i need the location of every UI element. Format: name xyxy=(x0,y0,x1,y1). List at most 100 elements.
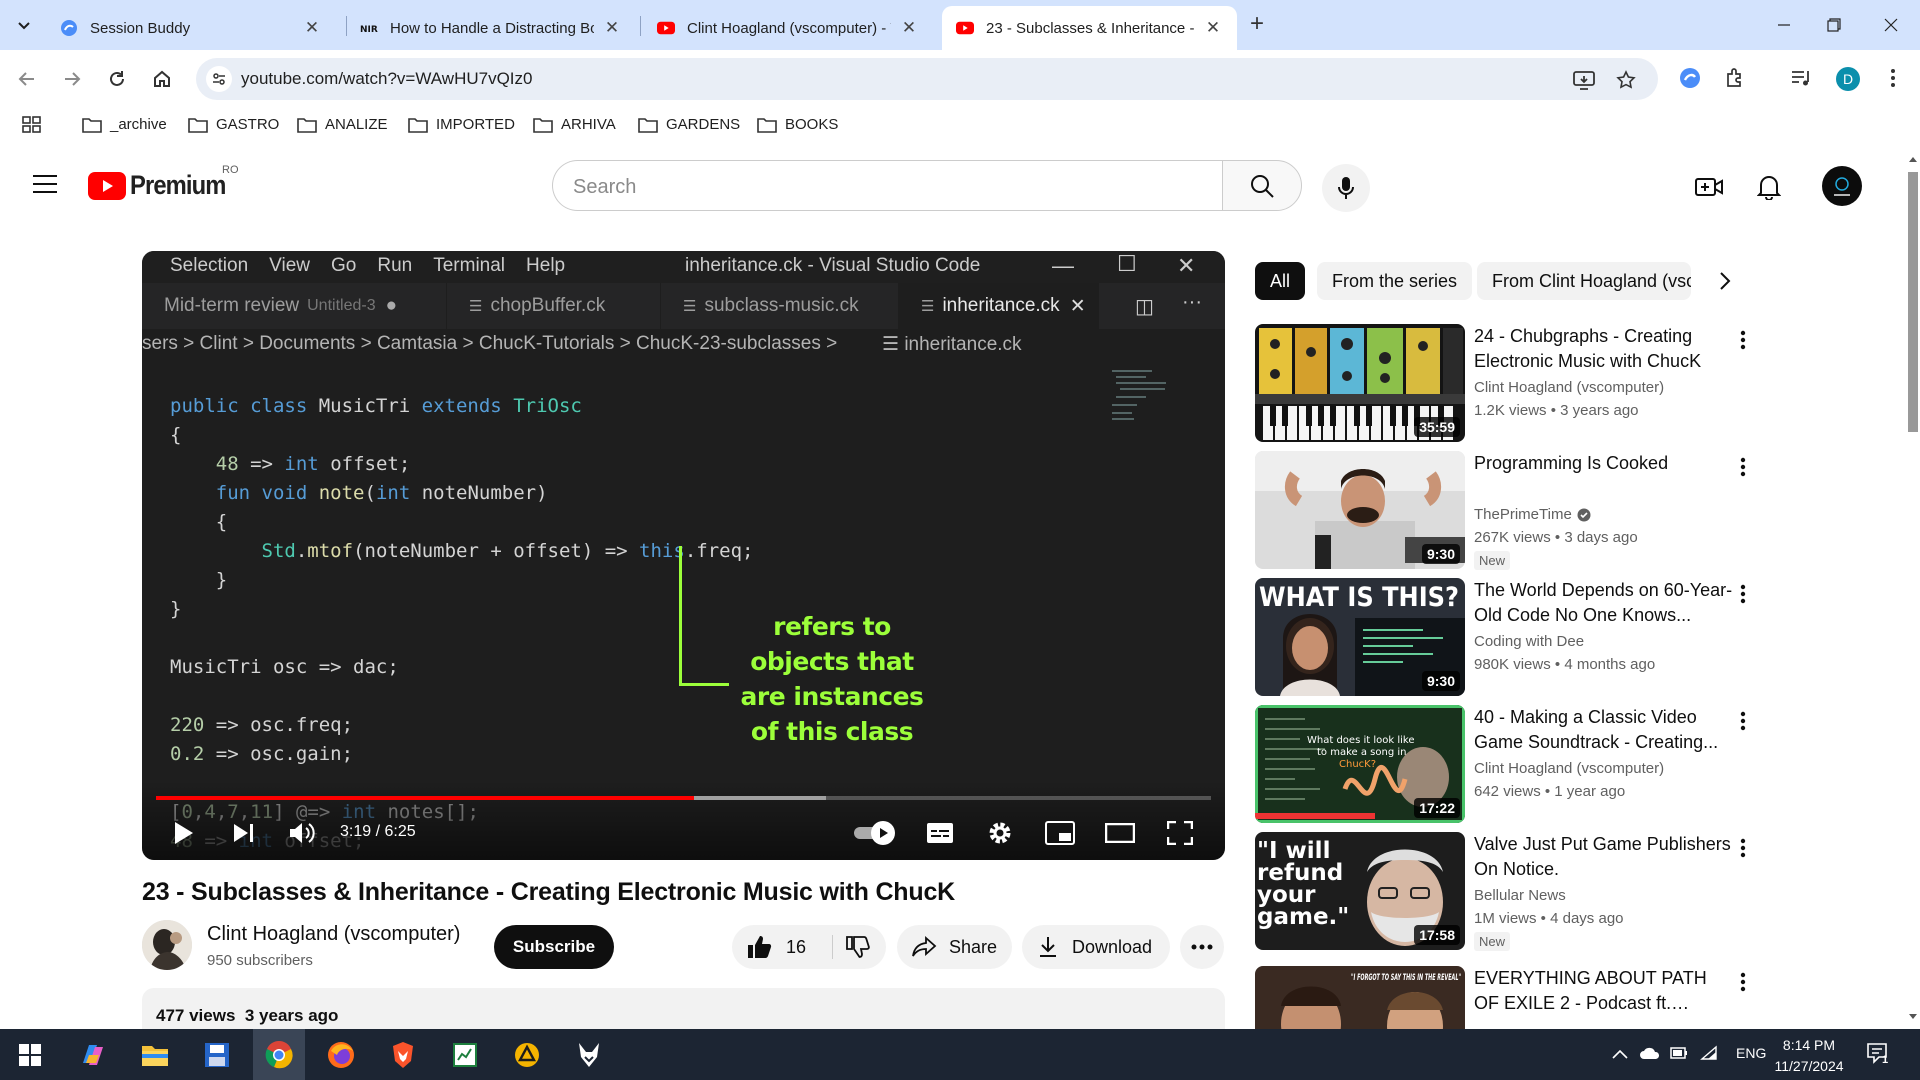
more-vertical-icon[interactable] xyxy=(1733,970,1753,994)
chip-all[interactable]: All xyxy=(1255,262,1306,300)
notifications-bell-icon[interactable] xyxy=(1752,170,1786,204)
recommendation-item[interactable]: "I FORGOT TO SAY THIS IN THE REVEAL" EVE… xyxy=(1255,966,1755,1029)
recommendation-item[interactable]: WHAT IS THIS? 9:30 The World Depends on … xyxy=(1255,578,1755,698)
fox-app-icon[interactable] xyxy=(563,1029,615,1080)
more-vertical-icon[interactable] xyxy=(1733,582,1753,606)
channel-name[interactable]: Clint Hoagland (vscomputer) xyxy=(207,923,460,946)
more-vertical-icon[interactable] xyxy=(1733,455,1753,479)
bookmark-folder[interactable]: _archive xyxy=(82,116,167,133)
create-video-icon[interactable] xyxy=(1692,170,1726,204)
share-button[interactable]: Share xyxy=(897,925,1012,969)
tab-clint-channel[interactable]: Clint Hoagland (vscomputer) - Y ✕ xyxy=(643,6,933,50)
site-info-icon[interactable] xyxy=(206,66,232,92)
recommendation-title[interactable]: The World Depends on 60-Year-Old Code No… xyxy=(1474,578,1736,628)
brave-icon[interactable] xyxy=(377,1029,429,1080)
play-button[interactable] xyxy=(164,813,204,853)
close-window-icon[interactable] xyxy=(1871,10,1911,40)
tab-current-video[interactable]: 23 - Subclasses & Inheritance - ✕ xyxy=(942,6,1237,50)
volume-button[interactable] xyxy=(282,813,322,853)
search-button[interactable] xyxy=(1222,160,1302,211)
scroll-up-icon[interactable] xyxy=(1909,156,1917,162)
recommendation-title[interactable]: Programming Is Cooked xyxy=(1474,451,1736,476)
close-tab-icon[interactable]: ✕ xyxy=(302,18,322,38)
video-thumbnail[interactable]: What does it look like to make a song in… xyxy=(1255,705,1465,823)
account-avatar[interactable] xyxy=(1822,166,1862,206)
address-bar[interactable]: youtube.com/watch?v=WAwHU7vQIz0 xyxy=(196,58,1658,100)
close-tab-icon[interactable]: ✕ xyxy=(602,18,622,38)
warning-triangle-app-icon[interactable] xyxy=(501,1029,553,1080)
theater-mode-button[interactable] xyxy=(1100,813,1140,853)
subtitles-button[interactable] xyxy=(920,813,960,853)
page-scrollbar[interactable] xyxy=(1905,142,1920,1029)
spreadsheet-app-icon[interactable] xyxy=(439,1029,491,1080)
notification-center[interactable]: 1 xyxy=(1866,1042,1894,1068)
video-thumbnail[interactable]: 35:59 xyxy=(1255,324,1465,442)
chrome-menu-icon[interactable] xyxy=(1880,65,1906,91)
progress-bar[interactable] xyxy=(156,796,1211,800)
more-vertical-icon[interactable] xyxy=(1733,328,1753,352)
bookmark-folder[interactable]: IMPORTED xyxy=(408,116,515,133)
more-vertical-icon[interactable] xyxy=(1733,709,1753,733)
close-tab-icon[interactable]: ✕ xyxy=(1203,18,1223,38)
more-actions-button[interactable] xyxy=(1180,925,1224,969)
recommendation-title[interactable]: 40 - Making a Classic Video Game Soundtr… xyxy=(1474,705,1736,755)
session-buddy-extension-icon[interactable] xyxy=(1677,65,1703,91)
more-vertical-icon[interactable] xyxy=(1733,836,1753,860)
scrollbar-thumb[interactable] xyxy=(1908,172,1918,432)
input-language[interactable]: ENG xyxy=(1736,1045,1766,1061)
close-tab-icon[interactable]: ✕ xyxy=(899,18,919,38)
reload-icon[interactable] xyxy=(102,64,132,94)
recommendation-item[interactable]: 35:59 24 - Chubgraphs - Creating Electro… xyxy=(1255,324,1755,444)
recommendation-title[interactable]: 24 - Chubgraphs - Creating Electronic Mu… xyxy=(1474,324,1736,374)
bookmark-folder[interactable]: GASTRO xyxy=(188,116,279,133)
onedrive-cloud-icon[interactable] xyxy=(1640,1046,1660,1060)
profile-avatar[interactable]: D xyxy=(1836,67,1860,91)
scroll-down-icon[interactable] xyxy=(1909,1014,1917,1020)
file-explorer-icon[interactable] xyxy=(129,1029,181,1080)
chip-next-icon[interactable] xyxy=(1713,269,1737,293)
menu-icon[interactable] xyxy=(32,174,58,194)
chrome-taskbar-icon[interactable] xyxy=(253,1029,305,1080)
settings-button[interactable] xyxy=(980,813,1020,853)
chevron-up-icon[interactable] xyxy=(1612,1048,1628,1060)
recommendation-item[interactable]: "I will refund your game." 17:58 Valve J… xyxy=(1255,832,1755,952)
install-app-icon[interactable] xyxy=(1572,68,1596,92)
apps-grid-icon[interactable] xyxy=(22,116,42,134)
video-thumbnail[interactable]: "I FORGOT TO SAY THIS IN THE REVEAL" xyxy=(1255,966,1465,1029)
video-thumbnail[interactable]: 9:30 xyxy=(1255,451,1465,569)
save-disk-app-icon[interactable] xyxy=(191,1029,243,1080)
copilot-icon[interactable] xyxy=(67,1029,119,1080)
firefox-icon[interactable] xyxy=(315,1029,367,1080)
autoplay-toggle[interactable] xyxy=(853,820,897,846)
search-input[interactable]: Search xyxy=(552,160,1223,211)
bookmark-folder[interactable]: BOOKS xyxy=(757,116,838,133)
video-thumbnail[interactable]: "I will refund your game." 17:58 xyxy=(1255,832,1465,950)
video-thumbnail[interactable]: WHAT IS THIS? 9:30 xyxy=(1255,578,1465,696)
forward-icon[interactable] xyxy=(57,64,87,94)
home-icon[interactable] xyxy=(147,64,177,94)
like-button[interactable]: 16 xyxy=(746,935,806,959)
battery-icon[interactable] xyxy=(1670,1046,1688,1060)
bookmark-folder[interactable]: ARHIVA xyxy=(533,116,616,133)
next-button[interactable] xyxy=(224,813,264,853)
voice-search-button[interactable] xyxy=(1322,164,1370,212)
media-control-icon[interactable] xyxy=(1788,65,1814,91)
wifi-icon[interactable] xyxy=(1700,1045,1718,1061)
new-tab-button[interactable]: + xyxy=(1244,12,1270,38)
recommendation-title[interactable]: EVERYTHING ABOUT PATH OF EXILE 2 - Podca… xyxy=(1474,966,1736,1016)
youtube-premium-logo[interactable]: Premium RO xyxy=(88,164,239,201)
miniplayer-button[interactable] xyxy=(1040,813,1080,853)
tab-distracting[interactable]: NIR How to Handle a Distracting Bo ✕ xyxy=(346,6,636,50)
recommendation-title[interactable]: Valve Just Put Game Publishers On Notice… xyxy=(1474,832,1736,882)
channel-avatar[interactable] xyxy=(142,920,192,970)
bookmark-star-icon[interactable] xyxy=(1614,68,1638,92)
chip-from-channel[interactable]: From Clint Hoagland (vsc xyxy=(1477,262,1691,300)
recommendation-item[interactable]: What does it look like to make a song in… xyxy=(1255,705,1755,825)
windows-start-icon[interactable] xyxy=(4,1029,56,1080)
tab-session-buddy[interactable]: Session Buddy ✕ xyxy=(46,6,336,50)
clock[interactable]: 8:14 PM 11/27/2024 xyxy=(1774,1035,1844,1077)
recommendation-item[interactable]: 9:30 Programming Is Cooked ThePrimeTime … xyxy=(1255,451,1755,571)
fullscreen-button[interactable] xyxy=(1160,813,1200,853)
extensions-icon[interactable] xyxy=(1722,65,1748,91)
chip-from-series[interactable]: From the series xyxy=(1317,262,1473,300)
